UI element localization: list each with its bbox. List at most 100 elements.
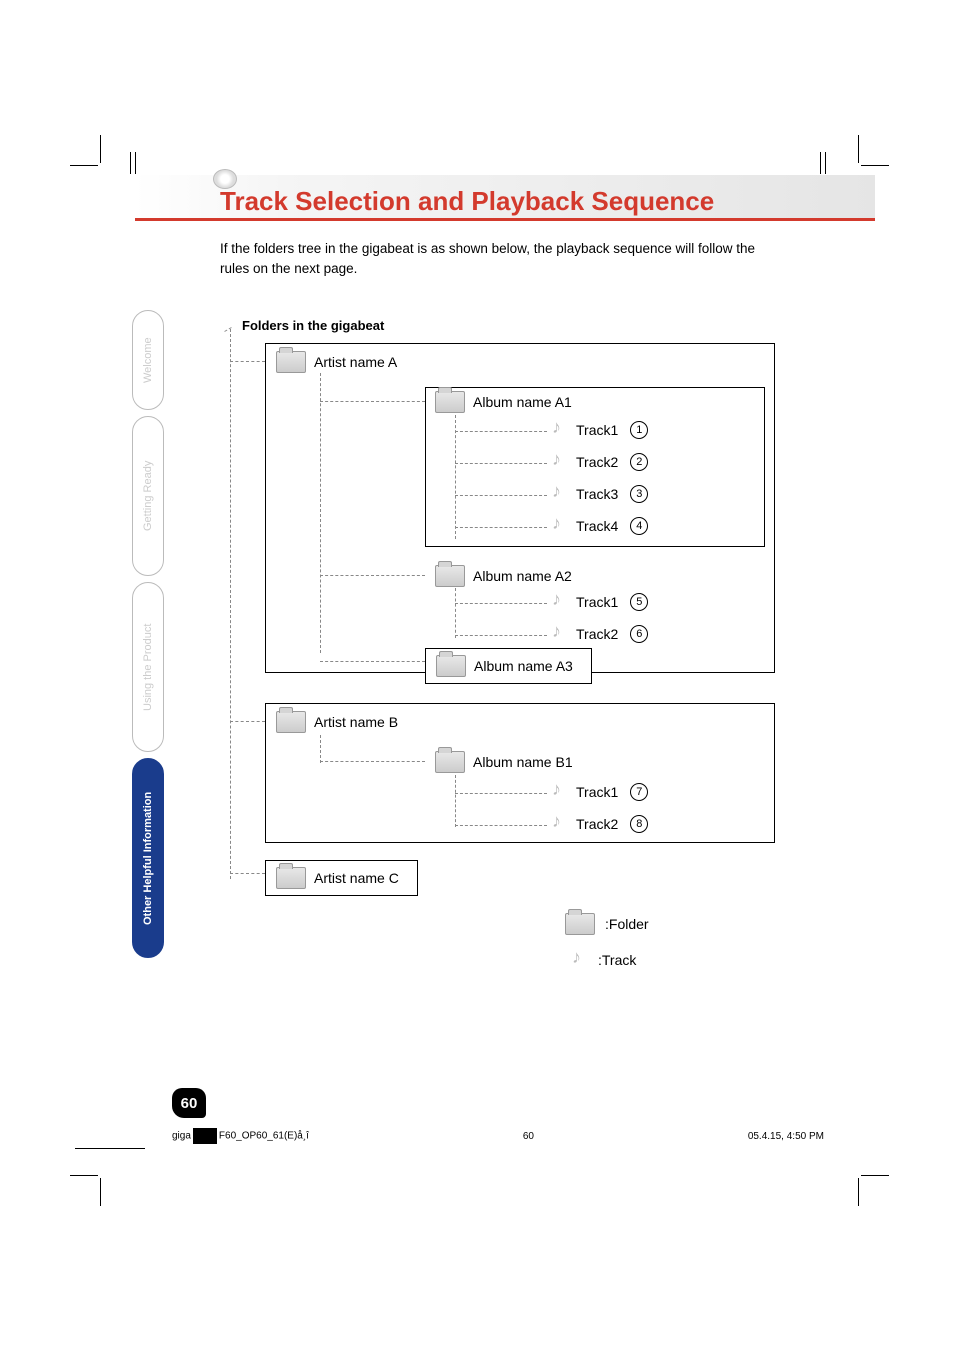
footer-page: 60: [523, 1131, 534, 1142]
folder-icon: [435, 751, 465, 773]
order-badge: 5: [630, 593, 648, 611]
track-label: Track1: [576, 784, 618, 800]
folder-icon: [436, 655, 466, 677]
music-note-icon: [550, 453, 568, 471]
track-item: Track3 3: [550, 485, 648, 503]
artist-folder: Artist name A: [276, 351, 397, 373]
tree-line: [455, 463, 547, 464]
music-note-icon: [550, 421, 568, 439]
tree-line: [455, 825, 547, 826]
diagram: Folders in the gigabeat Artist name A Al…: [230, 318, 790, 1003]
track-item: Track2 8: [550, 815, 648, 833]
track-label: Track3: [576, 486, 618, 502]
order-badge: 6: [630, 625, 648, 643]
tree-line: [320, 401, 425, 402]
track-item: Track26: [550, 625, 648, 643]
crop-mark-bl: [80, 1156, 120, 1196]
album-label: Album name B1: [473, 754, 573, 770]
album-label: Album name A1: [473, 394, 572, 410]
order-badge: 3: [630, 485, 648, 503]
tab-label: Getting Ready: [142, 461, 154, 531]
artist-folder: Artist name C: [265, 860, 418, 896]
page-title: Track Selection and Playback Sequence: [220, 186, 714, 217]
tab-welcome[interactable]: Welcome: [132, 310, 164, 410]
tree-line: [320, 735, 321, 763]
tree-line: [455, 431, 547, 432]
registration-mark-left: [130, 152, 136, 174]
page-number-badge: 60: [172, 1088, 206, 1118]
tree-line: [230, 873, 265, 874]
side-tab-nav: Welcome Getting Ready Using the Product …: [132, 310, 180, 964]
tab-getting-ready[interactable]: Getting Ready: [132, 416, 164, 576]
tab-label: Other Helpful Information: [142, 791, 154, 924]
music-note-icon: [550, 593, 568, 611]
intro-text: If the folders tree in the gigabeat is a…: [220, 239, 780, 280]
footer-rule: [75, 1148, 145, 1149]
tree-line: [455, 635, 547, 636]
folder-icon: [276, 351, 306, 373]
album-folder: Album name A2: [435, 565, 572, 587]
chapter-header: Track Selection and Playback Sequence: [135, 175, 875, 221]
cd-icon: [213, 169, 237, 189]
registration-mark-right: [820, 152, 826, 174]
tab-other-helpful-information[interactable]: Other Helpful Information: [132, 758, 164, 958]
music-note-icon: [570, 951, 588, 969]
music-note-icon: [550, 625, 568, 643]
track-label: Track4: [576, 518, 618, 534]
folder-icon: [276, 711, 306, 733]
track-label: Track2: [576, 816, 618, 832]
track-label: Track1: [576, 422, 618, 438]
track-label: Track1: [576, 594, 618, 610]
tab-using-the-product[interactable]: Using the Product: [132, 582, 164, 752]
folder-icon: [435, 391, 465, 413]
tree-line: [230, 329, 231, 879]
track-item: Track1 5: [550, 593, 648, 611]
folder-icon: [565, 913, 595, 935]
track-item: Track1 7: [550, 783, 648, 801]
tree-line: [455, 415, 456, 539]
track-item: Track2 2: [550, 453, 648, 471]
artist-label: Artist name B: [314, 714, 398, 730]
tree-line: [455, 588, 456, 638]
order-badge: 8: [630, 815, 648, 833]
tab-label: Welcome: [142, 337, 154, 383]
diagram-title: Folders in the gigabeat: [242, 318, 790, 333]
tree-line: [455, 775, 456, 827]
album-folder: Album name B1: [435, 751, 573, 773]
track-item: Track4 4: [550, 517, 648, 535]
tree-line: [230, 361, 265, 362]
track-item: Track1 1: [550, 421, 648, 439]
tab-label: Using the Product: [142, 623, 154, 710]
tree-line: [455, 527, 547, 528]
order-badge: 1: [630, 421, 648, 439]
tree-line: [320, 761, 425, 762]
tree-line: [320, 373, 321, 653]
artist-label: Artist name A: [314, 354, 397, 370]
footer-filename: giga F60_OP60_61(E)å¸î: [172, 1128, 309, 1144]
order-badge: 2: [630, 453, 648, 471]
tree-line: [455, 793, 547, 794]
footer-timestamp: 05.4.15, 4:50 PM: [748, 1131, 824, 1142]
splice-mark: [193, 1128, 217, 1144]
folder-tree: Artist name A Album name A1 Track1 1 Trac…: [230, 343, 790, 1003]
tree-line: [230, 721, 265, 722]
album-folder: Album name A1: [435, 391, 572, 413]
artist-label: Artist name C: [314, 870, 399, 886]
legend-label: :Folder: [605, 916, 649, 932]
folder-icon: [276, 867, 306, 889]
track-label: Track2: [576, 454, 618, 470]
folder-icon: [435, 565, 465, 587]
album-label: Album name A2: [473, 568, 572, 584]
music-note-icon: [550, 485, 568, 503]
music-note-icon: [550, 815, 568, 833]
order-badge: 4: [630, 517, 648, 535]
order-badge: 7: [630, 783, 648, 801]
album-folder: Album name A3: [425, 648, 592, 684]
legend-track: :Track: [570, 951, 636, 969]
crop-mark-tl: [80, 145, 120, 185]
artist-folder: Artist name B: [276, 711, 398, 733]
footer-text: giga: [172, 1131, 191, 1142]
legend-label: :Track: [598, 952, 636, 968]
footer-text: F60_OP60_61(E)å¸î: [219, 1131, 309, 1142]
music-note-icon: [550, 783, 568, 801]
